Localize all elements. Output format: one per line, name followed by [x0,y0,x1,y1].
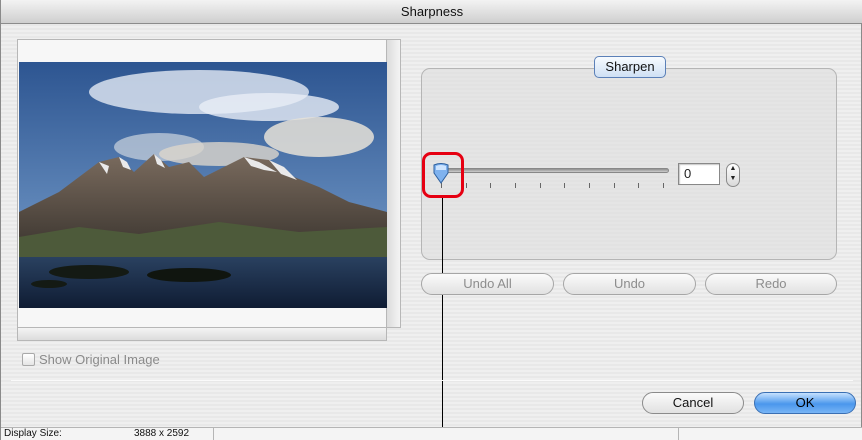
sharpness-dialog: Sharpness Show Original Image Sharpen 0 … [0,0,862,440]
callout-pointer-line [442,198,443,440]
cancel-button[interactable]: Cancel [642,392,744,414]
status-divider [678,428,679,440]
sharpen-slider-track[interactable] [439,168,669,173]
slider-tick [614,183,615,188]
slider-tick [466,183,467,188]
show-original-checkbox[interactable] [22,352,35,366]
show-original-option[interactable]: Show Original Image [22,350,160,368]
display-size-label: Display Size: [4,428,62,439]
ok-button[interactable]: OK [754,392,856,414]
sharpen-value-input[interactable]: 0 [678,163,720,185]
stepper-down-icon[interactable]: ▼ [727,174,739,184]
undo-button[interactable]: Undo [563,273,696,295]
dialog-separator [11,380,853,381]
slider-tick [540,183,541,188]
slider-callout-highlight [422,152,464,198]
preview-image [19,62,387,308]
sharpen-tab[interactable]: Sharpen [594,56,666,78]
slider-tick [515,183,516,188]
image-preview-pane[interactable] [17,39,387,328]
preview-vertical-scrollbar[interactable] [387,39,401,328]
slider-tick [589,183,590,188]
slider-tick [638,183,639,188]
slider-tick [564,183,565,188]
redo-button[interactable]: Redo [705,273,837,295]
stepper-up-icon[interactable]: ▲ [727,164,739,174]
sharpen-value-stepper[interactable]: ▲ ▼ [726,163,740,187]
slider-tick [663,183,664,188]
show-original-label: Show Original Image [39,351,160,367]
display-size-value: 3888 x 2592 [134,428,190,439]
status-bar: Display Size: 3888 x 2592 [1,427,862,440]
status-divider [213,428,214,440]
undo-all-button[interactable]: Undo All [421,273,554,295]
sharpen-group-box [421,68,837,260]
window-title: Sharpness [1,0,862,24]
preview-horizontal-scrollbar[interactable] [17,328,387,341]
slider-tick [490,183,491,188]
